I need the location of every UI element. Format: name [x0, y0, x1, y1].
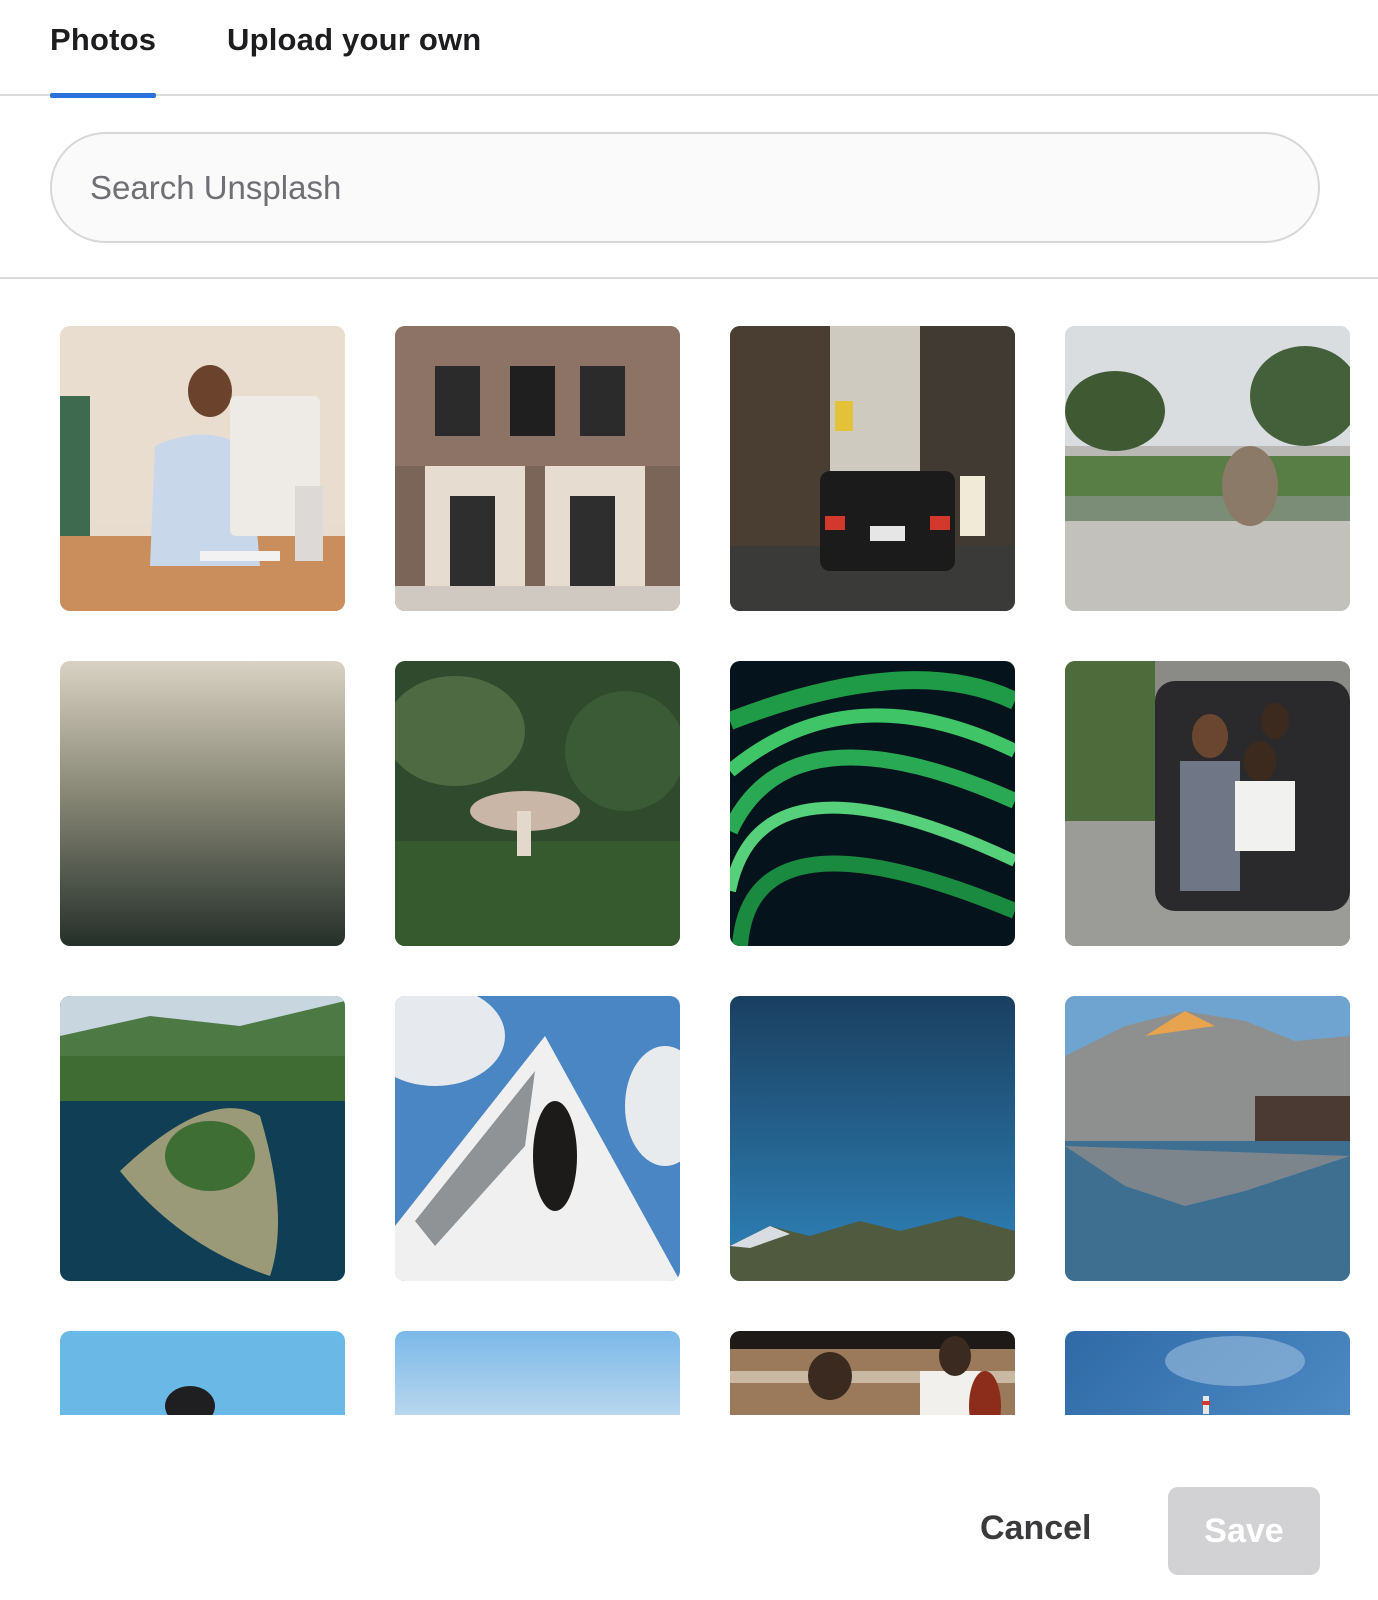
green-light-trails-image [730, 661, 1015, 946]
photo-thumbnail[interactable] [395, 996, 680, 1281]
photo-thumbnail[interactable] [60, 326, 345, 611]
photo-thumbnail[interactable] [60, 661, 345, 946]
blue-sky-lighthouse-image [1065, 1331, 1350, 1415]
cancel-button[interactable]: Cancel [960, 1485, 1120, 1571]
dialog-footer: Cancel Save [0, 1415, 1378, 1600]
mushroom-image [395, 661, 680, 946]
photo-thumbnail[interactable] [1065, 1331, 1350, 1415]
lake-island-image [60, 996, 345, 1281]
mountain-lake-reflection-image [1065, 996, 1350, 1281]
photo-thumbnail[interactable] [395, 1331, 680, 1415]
search-bar[interactable] [50, 132, 1320, 243]
white-building-woman-image [395, 996, 680, 1281]
photo-thumbnail[interactable] [730, 326, 1015, 611]
photo-thumbnail[interactable] [1065, 996, 1350, 1281]
photo-thumbnail[interactable] [730, 1331, 1015, 1415]
photo-thumbnail[interactable] [60, 1331, 345, 1415]
person-blue-sky-image [60, 1331, 345, 1415]
musicians-image [730, 1331, 1015, 1415]
photo-thumbnail[interactable] [395, 326, 680, 611]
foggy-forest-image [60, 661, 345, 946]
photo-thumbnail[interactable] [1065, 661, 1350, 946]
photo-grid [60, 326, 1350, 1415]
family-selfie-image [1065, 661, 1350, 946]
taxi-street-image [730, 326, 1015, 611]
save-button[interactable]: Save [1168, 1487, 1320, 1575]
photo-thumbnail[interactable] [730, 996, 1015, 1281]
photo-grid-scroll-area[interactable] [0, 279, 1378, 1415]
woman-at-desk-image [60, 326, 345, 611]
tab-upload-your-own[interactable]: Upload your own [227, 22, 481, 96]
skateboarder-park-image [1065, 326, 1350, 611]
starry-sky-mountains-image [730, 996, 1015, 1281]
photo-thumbnail[interactable] [1065, 326, 1350, 611]
pastel-sky-image [395, 1331, 680, 1415]
search-input[interactable] [90, 168, 1318, 207]
tab-photos[interactable]: Photos [50, 22, 156, 98]
photo-picker-dialog: Photos Upload your own Search Unsplash C… [0, 0, 1378, 1600]
townhouse-image [395, 326, 680, 611]
tab-bar: Photos Upload your own [0, 0, 1378, 98]
photo-thumbnail[interactable] [395, 661, 680, 946]
photo-thumbnail[interactable] [730, 661, 1015, 946]
photo-thumbnail[interactable] [60, 996, 345, 1281]
